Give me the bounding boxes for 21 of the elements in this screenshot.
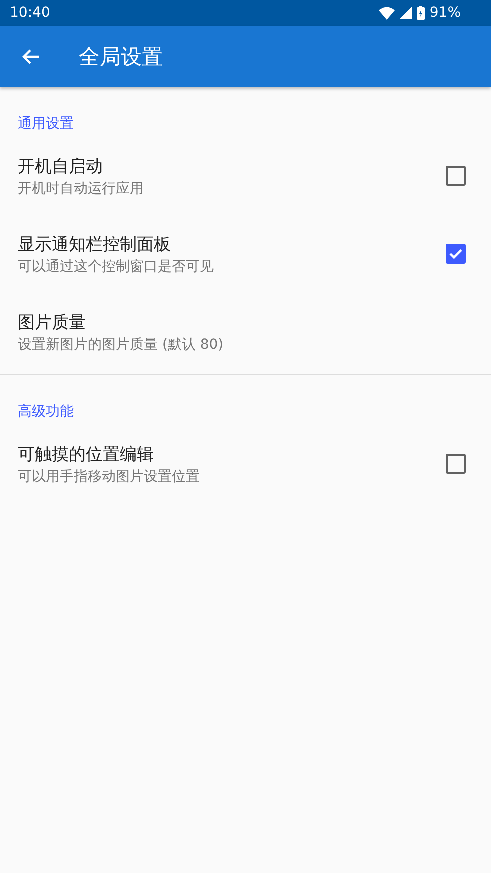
battery-icon [416,6,425,20]
check-icon [449,248,463,260]
wifi-icon [378,6,395,20]
setting-summary: 可以通过这个控制窗口是否可见 [18,258,214,276]
setting-summary: 可以用手指移动图片设置位置 [18,468,200,486]
setting-title[interactable]: 图片质量 [18,310,224,334]
checkbox[interactable] [446,454,466,474]
setting-summary: 设置新图片的图片质量 (默认 80) [18,336,224,354]
setting-title[interactable]: 显示通知栏控制面板 [18,232,214,256]
section-header: 高级功能 [17,403,75,422]
section-header: 通用设置 [17,115,75,134]
setting-summary: 开机时自动运行应用 [18,180,144,198]
signal-icon [400,7,412,19]
battery-percent: 91% [430,5,461,21]
setting-title[interactable]: 开机自启动 [18,154,144,178]
setting-title[interactable]: 可触摸的位置编辑 [18,442,200,466]
screen-title: 全局设置 [79,44,163,70]
back-arrow-icon[interactable] [22,48,40,64]
checkbox[interactable] [446,166,466,186]
status-time: 10:40 [10,5,50,21]
checkbox[interactable] [446,244,466,264]
